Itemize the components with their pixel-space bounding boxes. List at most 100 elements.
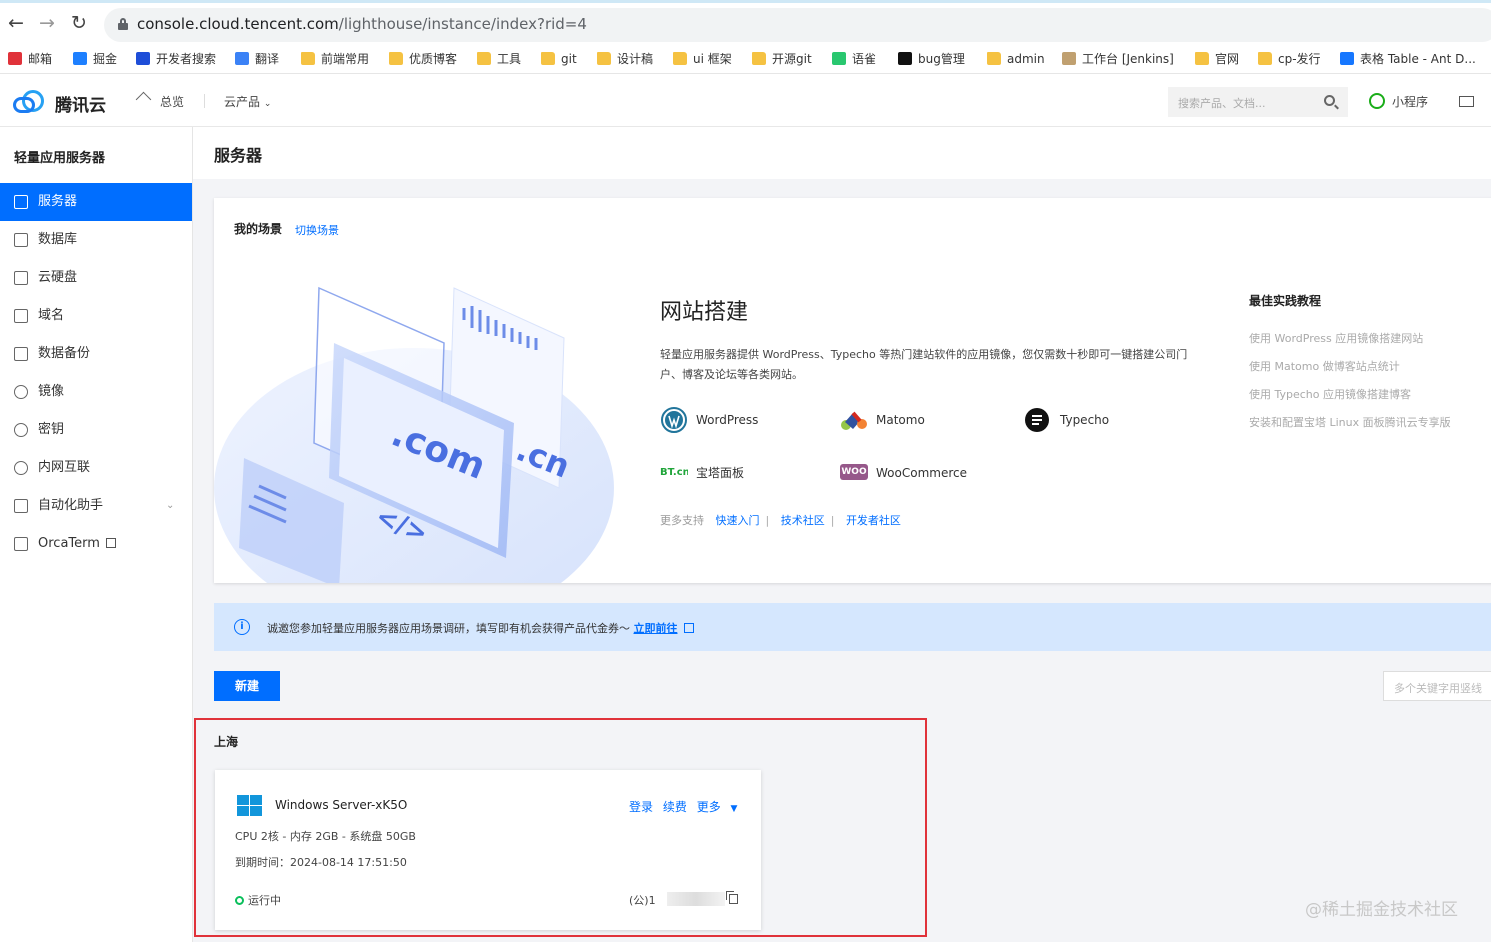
bookmark-15[interactable]: 官网 (1195, 50, 1239, 68)
nav-products[interactable]: 云产品 ⌄ (224, 93, 271, 110)
bookmark-5[interactable]: 优质博客 (389, 50, 457, 68)
forward-icon[interactable]: → (36, 12, 58, 34)
best-practice-link[interactable]: 安装和配置宝塔 Linux 面板腾讯云专享版 (1249, 414, 1451, 430)
bookmark-1[interactable]: 掘金 (73, 50, 117, 68)
nav-overview[interactable]: 总览 (160, 93, 184, 110)
url-text[interactable]: console.cloud.tencent.com/lighthouse/ins… (137, 15, 587, 33)
bookmark-label: 翻译 (255, 52, 280, 66)
filter-placeholder: 多个关键字用竖线 (1394, 682, 1482, 695)
app-wordpress[interactable]: WordPress (660, 407, 800, 433)
bookmark-16[interactable]: cp-发行 (1258, 50, 1321, 68)
bookmark-label: git (561, 52, 577, 66)
app-bt-panel[interactable]: BT.cn 宝塔面板 (660, 460, 800, 486)
matomo-icon (841, 411, 867, 430)
chevron-down-icon: ⌄ (166, 500, 175, 511)
app-label: WooCommerce (876, 466, 967, 480)
woocommerce-icon: WOO (840, 464, 868, 480)
bookmark-9[interactable]: ui 框架 (673, 50, 732, 68)
instance-name[interactable]: Windows Server-xK5O (275, 798, 407, 812)
bookmark-label: 语雀 (852, 52, 877, 66)
copy-icon[interactable] (726, 891, 738, 904)
app-typecho[interactable]: Typecho (1024, 407, 1164, 433)
sidebar-item-7[interactable]: 内网互联 (0, 449, 192, 487)
new-button[interactable]: 新建 (214, 671, 280, 701)
bookmark-12[interactable]: bug管理 (898, 50, 965, 68)
yuque-icon (832, 52, 846, 65)
notion-icon (898, 52, 912, 65)
external-link-icon (105, 538, 116, 548)
quick-start-link[interactable]: 快速入门 (716, 514, 760, 527)
sidebar-item-5[interactable]: 镜像 (0, 373, 192, 411)
link-separator: | (765, 514, 770, 527)
wordpress-icon (661, 407, 687, 433)
bookmark-0[interactable]: 邮箱 (8, 50, 52, 68)
sidebar-item-label: 云硬盘 (38, 270, 78, 285)
jenkins-icon (1062, 52, 1076, 65)
screen: ← → ↻ console.cloud.tencent.com/lighthou… (0, 0, 1491, 942)
mail-icon[interactable] (1459, 96, 1474, 107)
bookmark-label: admin (1007, 52, 1045, 66)
bookmark-4[interactable]: 前端常用 (301, 50, 369, 68)
sidebar-item-2[interactable]: 云硬盘 (0, 259, 192, 297)
bookmark-14[interactable]: 工作台 [Jenkins] (1062, 50, 1174, 68)
app-label: Matomo (876, 413, 925, 427)
brand-name[interactable]: 腾讯云 (55, 91, 106, 116)
mini-program-icon[interactable] (1369, 93, 1385, 109)
bookmark-3[interactable]: 翻译 (235, 50, 279, 68)
bookmark-label: bug管理 (918, 52, 965, 66)
instance-card[interactable]: Windows Server-xK5O 登录 续费 更多 ▼ CPU 2核 - … (215, 770, 761, 930)
instance-expiry: 到期时间：2024-08-14 17:51:50 (235, 854, 407, 870)
more-button[interactable]: 更多 ▼ (697, 800, 744, 814)
app-label: WordPress (696, 413, 759, 427)
bookmark-label: 官网 (1215, 52, 1240, 66)
best-practice-link[interactable]: 使用 Typecho 应用镜像搭建博客 (1249, 386, 1411, 402)
sidebar-item-3[interactable]: 域名 (0, 297, 192, 335)
sidebar-item-4[interactable]: 数据备份 (0, 335, 192, 373)
sidebar: 轻量应用服务器 服务器 数据库云硬盘域名 数据备份 镜像密钥内网互联自动化助手 ⌄ Orc… (0, 127, 193, 942)
address-bar[interactable]: console.cloud.tencent.com/lighthouse/ins… (104, 8, 1491, 42)
search-box[interactable]: 搜索产品、文档... (1168, 87, 1348, 117)
bookmark-17[interactable]: 表格 Table - Ant D... (1340, 50, 1476, 68)
bookmark-label: 开发者搜索 (156, 52, 217, 66)
backup-icon (14, 347, 28, 361)
bookmark-7[interactable]: git (541, 50, 577, 68)
region-section: 上海 Windows Server-xK5O 登录 续费 更多 ▼ CPU 2核… (194, 718, 927, 937)
mini-program-link[interactable]: 小程序 (1392, 93, 1428, 110)
page-header: 服务器 (193, 127, 1491, 179)
login-button[interactable]: 登录 (629, 800, 653, 814)
app-woocommerce[interactable]: WOO WooCommerce (840, 460, 980, 486)
best-practice-link[interactable]: 使用 WordPress 应用镜像搭建网站 (1249, 330, 1423, 346)
bookmark-11[interactable]: 语雀 (832, 50, 876, 68)
network-icon (14, 461, 28, 475)
tech-community-link[interactable]: 技术社区 (781, 514, 825, 527)
sidebar-item-1[interactable]: 数据库 (0, 221, 192, 259)
best-practice-link[interactable]: 使用 Matomo 做博客站点统计 (1249, 358, 1400, 374)
sidebar-item-0[interactable]: 服务器 (0, 183, 192, 221)
home-icon[interactable] (135, 91, 152, 108)
sidebar-item-8[interactable]: 自动化助手 ⌄ (0, 487, 192, 525)
app-matomo[interactable]: Matomo (840, 407, 980, 433)
sidebar-item-6[interactable]: 密钥 (0, 411, 192, 449)
database-icon (14, 233, 28, 247)
search-icon[interactable] (1324, 95, 1335, 106)
browser-toolbar: ← → ↻ console.cloud.tencent.com/lighthou… (0, 0, 1491, 44)
filter-input[interactable]: 多个关键字用竖线 (1383, 671, 1491, 701)
reload-icon[interactable]: ↻ (68, 12, 90, 34)
switch-scene-link[interactable]: 切换场景 (295, 222, 339, 238)
bookmark-6[interactable]: 工具 (477, 50, 521, 68)
bookmark-label: 开源git (772, 52, 812, 66)
renew-button[interactable]: 续费 (663, 800, 687, 814)
bookmark-13[interactable]: admin (987, 50, 1045, 68)
sidebar-title: 轻量应用服务器 (14, 151, 106, 166)
notice-link[interactable]: 立即前往 (634, 622, 678, 635)
dev-community-link[interactable]: 开发者社区 (846, 514, 901, 527)
back-icon[interactable]: ← (5, 12, 27, 34)
sidebar-item-9[interactable]: OrcaTerm (0, 525, 192, 563)
bookmark-2[interactable]: 开发者搜索 (136, 50, 216, 68)
bookmark-10[interactable]: 开源git (752, 50, 812, 68)
dev-search-icon (136, 52, 150, 65)
bookmark-8[interactable]: 设计稿 (597, 50, 653, 68)
tencent-cloud-logo-icon[interactable] (13, 88, 47, 114)
sidebar-item-label: 密钥 (38, 422, 65, 437)
sidebar-item-label: 自动化助手 (38, 498, 104, 513)
